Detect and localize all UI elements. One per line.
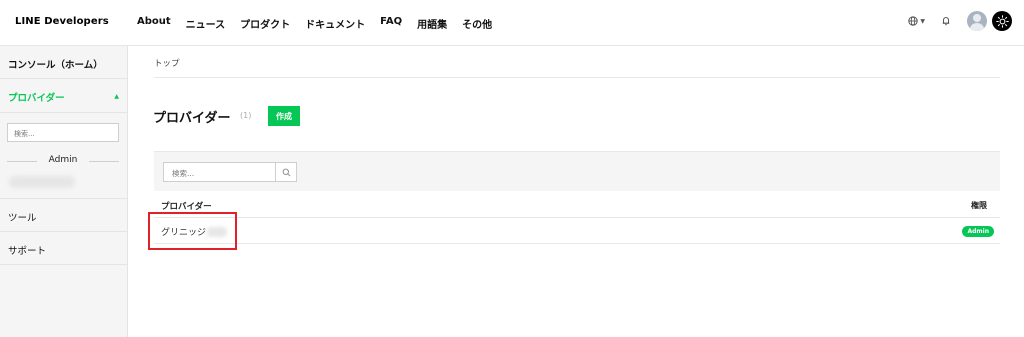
nav-news[interactable]: ニュース <box>186 16 226 31</box>
line-developers-logo[interactable]: LINE Developers <box>15 16 109 27</box>
search-icon <box>282 168 290 176</box>
column-header-permission: 権限 <box>971 201 987 210</box>
breadcrumb[interactable]: トップ <box>154 57 180 69</box>
sidebar-search-input[interactable]: 検索... <box>7 123 119 142</box>
chevron-down-icon: ▼ <box>920 17 925 25</box>
sun-icon <box>995 14 1009 28</box>
search-panel: 検索... <box>154 151 1000 191</box>
nav-docs[interactable]: ドキュメント <box>305 16 365 31</box>
globe-icon <box>908 16 919 26</box>
search-button[interactable] <box>275 162 297 182</box>
sidebar-section-divider: Admin <box>7 155 119 165</box>
sidebar-item-console-home[interactable]: コンソール（ホーム） <box>0 46 127 79</box>
admin-badge: Admin <box>962 226 994 237</box>
nav-glossary[interactable]: 用語集 <box>417 16 447 31</box>
sidebar-item-support[interactable]: サポート <box>0 232 127 265</box>
provider-search-input[interactable]: 検索... <box>163 162 276 182</box>
chevron-up-icon: ▲ <box>114 93 119 100</box>
user-avatar[interactable] <box>967 11 987 31</box>
table-row[interactable]: グリニッジ Admin <box>154 218 1000 244</box>
nav-about[interactable]: About <box>137 16 171 31</box>
nav-more[interactable]: その他 <box>462 16 492 31</box>
sidebar-section-label: Admin <box>48 155 78 165</box>
main-nav: About ニュース プロダクト ドキュメント FAQ 用語集 その他 <box>137 16 507 31</box>
language-selector[interactable]: ▼ <box>908 16 925 26</box>
theme-toggle-button[interactable] <box>992 11 1012 31</box>
nav-products[interactable]: プロダクト <box>240 16 290 31</box>
header-actions: ▼ <box>908 11 1012 31</box>
sidebar-provider-label: プロバイダー <box>8 93 65 104</box>
highlight-annotation-box <box>148 212 237 250</box>
create-provider-button[interactable]: 作成 <box>268 106 300 126</box>
page-title: プロバイダー <box>153 111 231 126</box>
sidebar-provider-entry-redacted[interactable] <box>9 176 75 188</box>
column-header-provider: プロバイダー <box>161 202 212 212</box>
breadcrumb-divider <box>154 77 1000 78</box>
table-header-row: プロバイダー 権限 <box>154 191 1000 218</box>
sidebar-item-tools[interactable]: ツール <box>0 199 127 232</box>
sidebar-bottom-menu: ツール サポート <box>0 198 127 265</box>
top-header: LINE Developers About ニュース プロダクト ドキュメント … <box>0 0 1024 46</box>
bell-icon[interactable] <box>941 16 951 26</box>
sidebar-item-provider[interactable]: プロバイダー ▲ <box>0 79 127 113</box>
nav-faq[interactable]: FAQ <box>380 16 402 31</box>
provider-count: (1) <box>240 111 252 120</box>
sidebar: コンソール（ホーム） プロバイダー ▲ 検索... Admin ツール サポート <box>0 46 128 337</box>
